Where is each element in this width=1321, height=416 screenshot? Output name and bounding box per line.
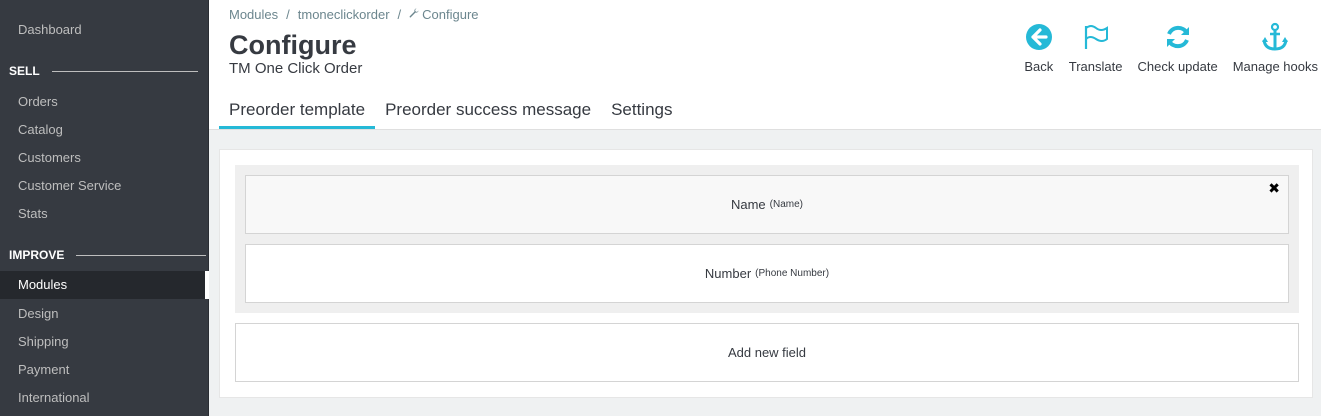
tab-bar: Preorder template Preorder success messa… [219, 96, 683, 129]
sidebar-item-payment[interactable]: Payment [0, 356, 209, 384]
sidebar-item-international[interactable]: International [0, 384, 209, 412]
sidebar-section-improve: IMPROVE [0, 245, 209, 265]
breadcrumb-item-current: Configure [422, 7, 479, 22]
breadcrumb-item-modules[interactable]: Modules [229, 7, 278, 22]
anchor-icon [1262, 22, 1289, 51]
section-divider [51, 70, 198, 72]
sidebar-item-customer-service[interactable]: Customer Service [0, 172, 209, 200]
template-panel: Name (Name) ✖ Number (Phone Number) Add … [219, 149, 1313, 398]
section-divider [76, 254, 207, 256]
sidebar-section-label: IMPROVE [9, 248, 65, 262]
sidebar-item-modules[interactable]: Modules [0, 271, 209, 299]
sidebar: Dashboard SELL Orders Catalog Customers … [0, 0, 209, 416]
breadcrumb-separator: / [397, 7, 402, 22]
sidebar-item-dashboard[interactable]: Dashboard [0, 16, 209, 44]
sidebar-section-sell: SELL [0, 61, 209, 81]
sidebar-item-orders[interactable]: Orders [0, 88, 209, 116]
page-title: Configure [229, 30, 357, 60]
breadcrumb-separator: / [286, 7, 290, 22]
sidebar-item-customers[interactable]: Customers [0, 144, 209, 172]
close-icon[interactable]: ✖ [1268, 180, 1280, 197]
wrench-icon [409, 8, 419, 21]
field-hint: (Name) [769, 199, 804, 210]
field-label: Number [704, 266, 752, 281]
arrow-circle-left-icon [1025, 24, 1052, 50]
sidebar-item-design[interactable]: Design [0, 300, 209, 328]
breadcrumb: Modules / tmoneclickorder / Configure [229, 7, 479, 22]
list-item[interactable]: Number (Phone Number) [245, 244, 1289, 303]
field-hint: (Phone Number) [755, 268, 830, 279]
breadcrumb-item-module[interactable]: tmoneclickorder [298, 7, 390, 22]
check-update-label: Check update [1137, 59, 1218, 74]
check-update-button[interactable]: Check update [1137, 22, 1218, 74]
flag-icon [1084, 25, 1108, 49]
sidebar-item-stats[interactable]: Stats [0, 200, 209, 228]
tab-settings[interactable]: Settings [601, 96, 682, 129]
sidebar-section-label: SELL [9, 64, 40, 78]
page-subtitle: TM One Click Order [229, 60, 363, 77]
refresh-icon [1166, 25, 1189, 49]
translate-label: Translate [1068, 59, 1123, 74]
tab-preorder-template[interactable]: Preorder template [219, 96, 376, 129]
fields-list: Name (Name) ✖ Number (Phone Number) [235, 165, 1299, 313]
add-new-field-button[interactable]: Add new field [235, 323, 1299, 382]
back-label: Back [1024, 59, 1054, 74]
translate-button[interactable]: Translate [1068, 22, 1123, 74]
tab-preorder-success-message[interactable]: Preorder success message [375, 96, 601, 129]
toolbar: Back Translate Check update Manage hooks [1009, 22, 1318, 74]
field-label: Name [730, 197, 766, 212]
list-item[interactable]: Name (Name) ✖ [245, 175, 1289, 234]
sidebar-item-catalog[interactable]: Catalog [0, 116, 209, 144]
back-button[interactable]: Back [1024, 22, 1054, 74]
manage-hooks-button[interactable]: Manage hooks [1233, 22, 1318, 74]
sidebar-item-shipping[interactable]: Shipping [0, 328, 209, 356]
page-header: Modules / tmoneclickorder / Configure Co… [209, 0, 1321, 130]
manage-hooks-label: Manage hooks [1232, 59, 1318, 74]
